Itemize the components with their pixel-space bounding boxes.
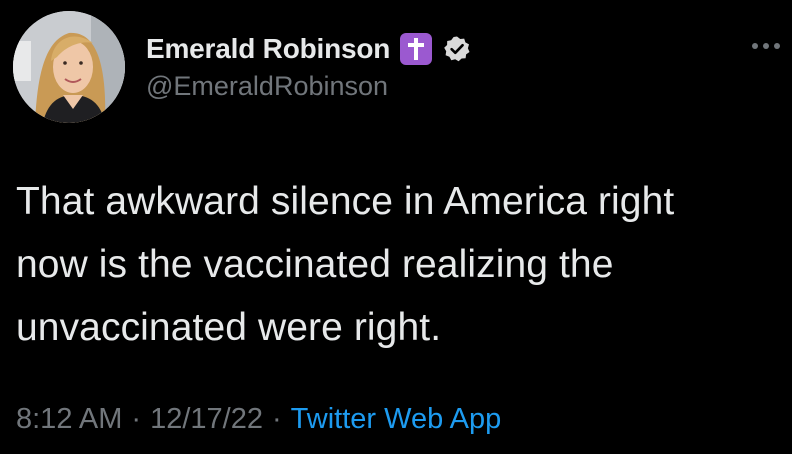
more-dots-icon[interactable] (752, 38, 788, 54)
latin-cross-icon (400, 33, 433, 65)
tweet-text-line: unvaccinated were right. (16, 306, 442, 349)
tweet-text-line: now is the vaccinated realizing the (16, 243, 614, 286)
tweet-source-link[interactable]: Twitter Web App (291, 403, 502, 436)
tweet-text-line: That awkward silence in America right (16, 180, 675, 223)
more-dot (774, 43, 780, 49)
meta-separator: · (131, 403, 142, 435)
tweet-meta: 8:12 AM · 12/17/22 · Twitter Web App (16, 403, 501, 436)
more-dot (763, 43, 769, 49)
tweet-date[interactable]: 12/17/22 (150, 403, 263, 436)
meta-separator: · (271, 403, 282, 435)
tweet-text: That awkward silence in America right no… (16, 170, 786, 359)
author-name-row: Emerald Robinson (146, 30, 472, 68)
author-handle[interactable]: @EmeraldRobinson (146, 71, 388, 102)
avatar[interactable] (13, 11, 125, 123)
avatar-photo (13, 11, 125, 123)
more-dot (752, 43, 758, 49)
author-display-name[interactable]: Emerald Robinson (146, 33, 390, 65)
tweet-time[interactable]: 8:12 AM (16, 403, 122, 436)
tweet: Emerald Robinson @EmeraldRobinson That a… (0, 0, 792, 454)
verified-badge-icon (442, 34, 472, 64)
